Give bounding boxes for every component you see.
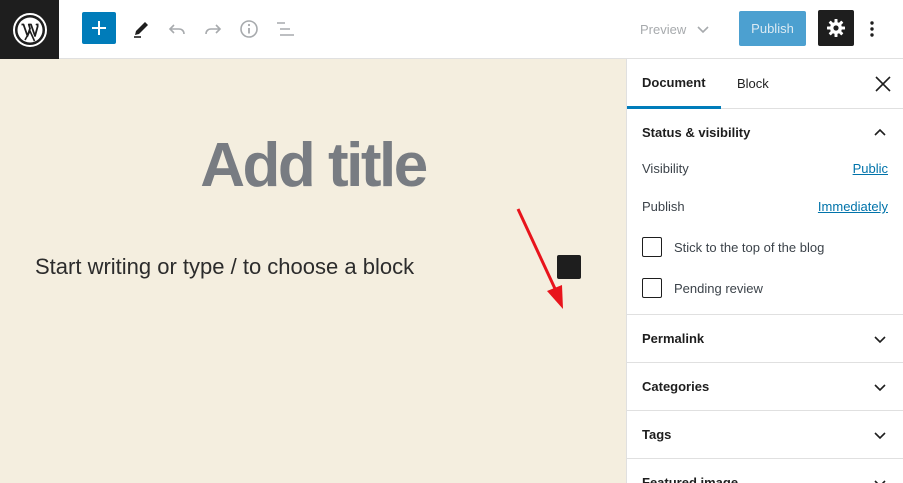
categories-toggle[interactable]: Categories [627,363,903,410]
chevron-down-icon [873,332,887,346]
sticky-checkbox[interactable] [642,237,662,257]
tab-document[interactable]: Document [627,59,721,109]
tags-toggle[interactable]: Tags [627,411,903,458]
publish-row: Publish Immediately [642,199,888,214]
tab-block[interactable]: Block [722,59,784,108]
permalink-heading: Permalink [642,331,705,346]
undo-button[interactable] [160,12,194,46]
publish-label: Publish [642,199,685,214]
visibility-row: Visibility Public [642,161,888,176]
pending-review-checkbox[interactable] [642,278,662,298]
publish-date-link[interactable]: Immediately [818,199,888,214]
preview-label: Preview [640,21,687,37]
redo-icon [205,24,222,35]
pending-review-label: Pending review [674,280,763,296]
visibility-link[interactable]: Public [853,161,888,176]
chevron-down-icon [697,26,709,34]
chevron-down-icon [873,380,887,394]
pencil-icon [134,22,148,38]
wordpress-logo[interactable] [0,0,59,59]
featured-image-panel: Featured image [627,459,903,483]
chevron-down-icon [873,476,887,483]
list-view-button[interactable] [268,12,302,46]
publish-button[interactable]: Publish [739,11,806,46]
close-sidebar-button[interactable] [871,72,895,96]
sidebar-tabs: Document Block [627,59,903,109]
details-button[interactable] [232,12,266,46]
tools-button[interactable] [124,12,158,46]
featured-image-heading: Featured image [642,475,739,483]
info-icon [240,20,258,38]
chevron-up-icon [873,126,887,140]
status-visibility-toggle[interactable]: Status & visibility [627,109,903,156]
sticky-label: Stick to the top of the blog [674,239,825,255]
close-icon [875,76,891,92]
categories-panel: Categories [627,363,903,411]
tags-heading: Tags [642,427,672,442]
status-visibility-panel: Status & visibility Visibility Public Pu… [627,109,903,315]
preview-button[interactable]: Preview [640,18,710,40]
add-block-button[interactable] [82,12,116,44]
redo-button[interactable] [196,12,230,46]
settings-button[interactable] [818,10,854,46]
permalink-panel: Permalink [627,315,903,363]
wordpress-icon [12,12,47,47]
featured-image-toggle[interactable]: Featured image [627,459,903,483]
more-vertical-icon [870,21,874,37]
permalink-toggle[interactable]: Permalink [627,315,903,362]
sticky-option: Stick to the top of the blog [642,237,824,257]
undo-icon [168,24,185,35]
status-visibility-heading: Status & visibility [642,125,751,140]
chevron-down-icon [873,428,887,442]
visibility-label: Visibility [642,161,689,176]
more-options-button[interactable] [862,12,882,46]
plus-icon [92,21,106,35]
editor-toolbar: Preview Publish [0,0,903,59]
default-block-appender[interactable]: Start writing or type / to choose a bloc… [35,253,414,281]
editor-canvas: Add title Start writing or type / to cho… [0,59,626,483]
categories-heading: Categories [642,379,710,394]
pending-review-option: Pending review [642,278,763,298]
gear-icon [827,19,845,37]
post-title-input[interactable]: Add title [0,131,626,201]
list-view-icon [277,22,294,36]
annotation-arrow-icon [516,208,563,309]
tags-panel: Tags [627,411,903,459]
settings-sidebar: Document Block Status & visibility Visib… [626,59,903,483]
